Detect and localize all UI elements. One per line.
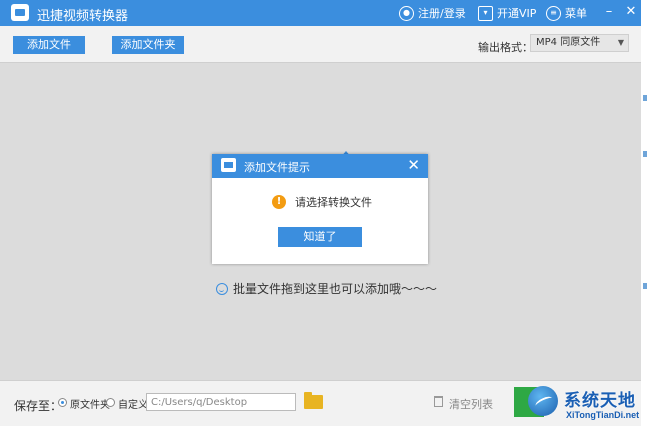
- chevron-down-icon: ▼: [617, 38, 624, 47]
- edge-marker: [643, 151, 647, 157]
- original-folder-label: 原文件夹: [70, 400, 110, 411]
- menu-icon: ≡: [546, 5, 561, 21]
- title-bar: 迅捷视频转换器 ● 注册/登录 ▾ 开通VIP ≡ 菜单 – ✕: [0, 0, 641, 26]
- clear-list-button[interactable]: 清空列表: [449, 396, 493, 412]
- vip-label: 开通VIP: [497, 7, 537, 20]
- cart-icon: ▾: [478, 5, 493, 21]
- edge-marker: [643, 283, 647, 289]
- toolbar: 添加文件 添加文件夹 输出格式： MP4 同原文件 ▼: [0, 26, 641, 63]
- drop-hint-text: 批量文件拖到这里也可以添加哦～～～: [233, 282, 438, 296]
- custom-label: 自定义: [118, 400, 148, 411]
- register-login-button[interactable]: ● 注册/登录: [399, 3, 466, 23]
- dialog-header: 添加文件提示 ✕: [212, 154, 428, 178]
- output-format-label: 输出格式：: [478, 41, 533, 54]
- user-icon: ●: [399, 5, 414, 21]
- smile-icon: [216, 282, 228, 295]
- menu-button[interactable]: ≡ 菜单: [546, 3, 587, 23]
- watermark-cn: 系统天地: [564, 391, 636, 411]
- add-folder-button[interactable]: 添加文件夹: [112, 36, 184, 54]
- globe-icon: [528, 386, 558, 416]
- add-file-button[interactable]: 添加文件: [13, 36, 85, 54]
- app-title: 迅捷视频转换器: [37, 9, 129, 24]
- menu-label: 菜单: [565, 7, 587, 20]
- folder-icon[interactable]: [304, 392, 323, 409]
- watermark-en: XiTongTianDi.net: [566, 410, 640, 420]
- add-file-dialog: 添加文件提示 ✕ ! 请选择转换文件 知道了: [212, 154, 428, 264]
- dialog-close-icon[interactable]: ✕: [407, 156, 420, 174]
- app-window: 迅捷视频转换器 ● 注册/登录 ▾ 开通VIP ≡ 菜单 – ✕ 添加文件 添加…: [0, 0, 641, 426]
- register-login-label: 注册/登录: [418, 7, 466, 20]
- watermark-logo: 系统天地 XiTongTianDi.net: [528, 384, 650, 426]
- minimize-button[interactable]: –: [600, 3, 618, 21]
- warning-icon: !: [272, 195, 286, 209]
- output-format-select[interactable]: MP4 同原文件 ▼: [530, 34, 629, 52]
- output-format-value: MP4 同原文件: [536, 37, 601, 48]
- radio-original-folder[interactable]: [58, 398, 67, 407]
- save-path-input[interactable]: [146, 393, 296, 411]
- app-logo-icon: [11, 4, 29, 21]
- dialog-ok-button[interactable]: 知道了: [278, 227, 362, 247]
- drop-hint: 批量文件拖到这里也可以添加哦～～～: [216, 280, 437, 297]
- dialog-logo-icon: [221, 158, 236, 172]
- dialog-message-row: ! 请选择转换文件: [272, 194, 372, 210]
- vip-button[interactable]: ▾ 开通VIP: [478, 3, 536, 23]
- save-to-label: 保存至：: [14, 399, 63, 413]
- dialog-message: 请选择转换文件: [295, 196, 372, 209]
- trash-icon: [434, 396, 443, 407]
- close-button[interactable]: ✕: [622, 3, 640, 21]
- right-edge-strip: [641, 0, 650, 426]
- dialog-title: 添加文件提示: [244, 161, 310, 174]
- edge-marker: [643, 95, 647, 101]
- radio-custom[interactable]: [106, 398, 115, 407]
